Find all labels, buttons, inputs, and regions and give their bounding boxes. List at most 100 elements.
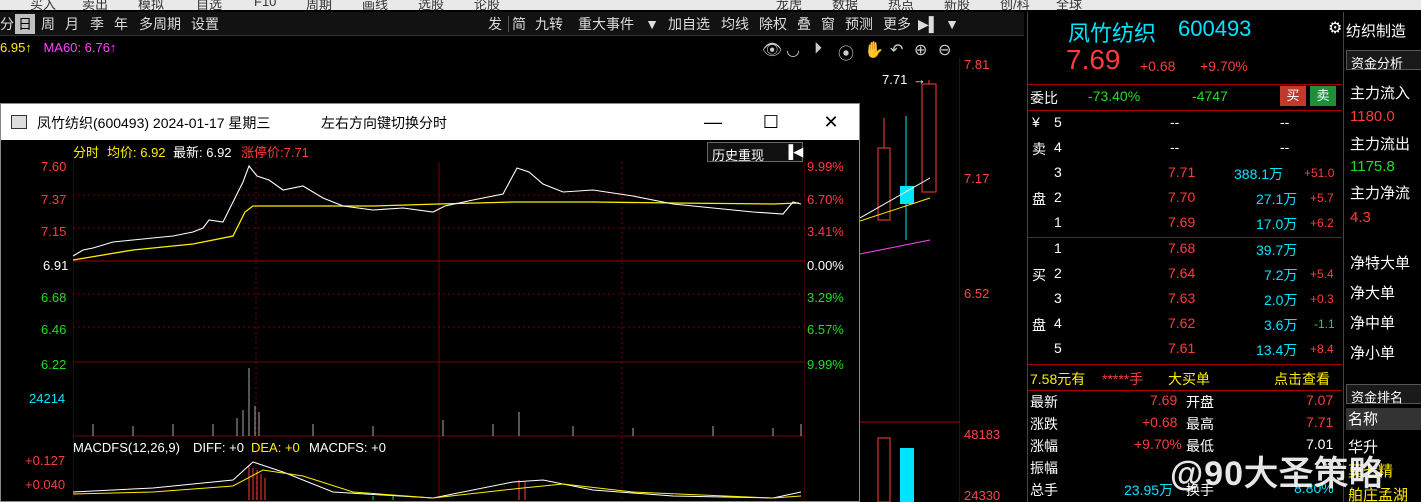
settings-button[interactable]: 设置 xyxy=(188,14,222,34)
big-order-price: 7.58元有 xyxy=(1030,371,1086,387)
menu-item[interactable]: 买入 xyxy=(30,0,56,10)
bid3-volume: 2.0万 xyxy=(1264,292,1298,308)
volume-bar xyxy=(877,437,891,502)
period-multi[interactable]: 多周期 xyxy=(136,14,184,34)
target-icon[interactable]: ⦿ xyxy=(838,40,854,64)
sell-side-label: 盘 xyxy=(1032,191,1046,207)
industry-title: 纺织制造 xyxy=(1346,23,1407,40)
undo-icon[interactable]: ↶ xyxy=(890,40,903,60)
period-season[interactable]: 季 xyxy=(87,14,107,34)
pct-axis-label: 0.00% xyxy=(807,258,844,273)
menu-item[interactable]: 模拟 xyxy=(138,0,164,10)
ask3-price: 7.71 xyxy=(1168,164,1196,180)
minimize-icon[interactable]: — xyxy=(701,110,725,134)
quote-volume-value: 23.95万 xyxy=(1124,482,1174,498)
add-watchlist-button[interactable]: 加自选 xyxy=(664,14,714,34)
intraday-chart xyxy=(73,162,805,500)
maximize-icon[interactable]: ☐ xyxy=(759,110,783,134)
hand-icon[interactable]: ✋ xyxy=(864,40,884,60)
ask2-price: 7.70 xyxy=(1168,189,1196,205)
capital-rank-tab[interactable]: 资金排名 xyxy=(1346,384,1421,405)
tool-major-events[interactable]: 重大事件 xyxy=(572,14,640,34)
ask5-volume: -- xyxy=(1280,114,1290,130)
sell-button[interactable]: 卖 xyxy=(1310,86,1336,106)
menu-item[interactable]: 卖出 xyxy=(82,0,108,10)
close-icon[interactable]: ✕ xyxy=(819,110,843,134)
price-change: +0.68 xyxy=(1140,58,1176,74)
menu-item[interactable]: 选股 xyxy=(418,0,444,10)
period-month[interactable]: 月 xyxy=(62,14,82,34)
tool-jiuzhuan[interactable]: 九转 xyxy=(532,14,566,34)
net-medium: 净中单 xyxy=(1350,315,1396,332)
macd-dea: DEA: +0 xyxy=(251,440,300,455)
menu-item[interactable]: 周期 xyxy=(306,0,332,10)
big-order-check-link[interactable]: 点击查看 xyxy=(1274,369,1330,389)
kline-axis-label: 6.52 xyxy=(964,286,990,301)
menu-item[interactable]: 热点 xyxy=(888,0,914,10)
capital-analysis-tab[interactable]: 资金分析 xyxy=(1346,50,1421,71)
weibi-diff: -4747 xyxy=(1192,88,1228,104)
buy-button[interactable]: 买 xyxy=(1280,86,1306,106)
period-week[interactable]: 周 xyxy=(38,14,58,34)
popup-title: 凤竹纺织(600493) 2024-01-17 星期三 xyxy=(37,115,271,131)
main-inflow-label: 主力流入 xyxy=(1350,85,1411,102)
tool-simple[interactable]: 简 xyxy=(509,14,529,34)
ask2-level: 2 xyxy=(1054,189,1062,205)
quote-high-label: 最高 xyxy=(1186,416,1214,432)
quote-latest-value: 7.69 xyxy=(1150,392,1178,408)
menu-item[interactable]: F10 xyxy=(254,0,276,9)
window-button[interactable]: 窗 xyxy=(818,14,838,34)
period-minute[interactable]: 分 xyxy=(0,14,14,34)
period-day[interactable]: 日 xyxy=(15,14,35,34)
net-super-large: 净特大单 xyxy=(1350,255,1411,272)
menu-item[interactable]: 画线 xyxy=(362,0,388,10)
volume-bars xyxy=(92,368,802,436)
big-order-kind: 大买单 xyxy=(1168,371,1210,387)
rewind-icon: ▐◀ xyxy=(784,144,804,159)
history-replay-button[interactable]: 历史重现 ▐◀ xyxy=(707,142,804,163)
zoom-in-icon[interactable]: ⊕ xyxy=(914,40,927,60)
menu-item[interactable]: 全球 xyxy=(1056,0,1082,10)
bid1-volume: 39.7万 xyxy=(1256,242,1298,258)
buy-side-label: 买 xyxy=(1032,267,1046,283)
collapse-arrow-icon[interactable]: ▶▌ xyxy=(918,14,939,34)
menu-item[interactable]: 龙虎 xyxy=(776,0,802,10)
ma60-value: MA60: 6.76↑ xyxy=(43,40,117,55)
popup-hint: 左右方向键切换分时 xyxy=(321,115,447,131)
main-net-value: 4.3 xyxy=(1350,209,1371,226)
quote-panel: 凤竹纺织 600493 7.69 +0.68 +9.70% 委比 -73.40%… xyxy=(1027,12,1342,502)
app-icon xyxy=(11,115,27,129)
price-axis-label: 7.15 xyxy=(41,224,67,239)
quote-latest-label: 最新 xyxy=(1030,394,1058,410)
macd-axis-label: +0.127 xyxy=(25,453,66,468)
period-year[interactable]: 年 xyxy=(111,14,131,34)
ma-button[interactable]: 均线 xyxy=(718,14,752,34)
tool-dropdown[interactable]: ▼ xyxy=(644,14,660,34)
ask1-volume: 17.0万 xyxy=(1256,216,1298,232)
forecast-button[interactable]: 预测 xyxy=(842,14,876,34)
exright-button[interactable]: 除权 xyxy=(756,14,790,34)
bid5-price: 7.61 xyxy=(1168,340,1196,356)
bid5-level: 5 xyxy=(1054,340,1062,356)
menu-item[interactable]: 数据 xyxy=(832,0,858,10)
zoom-out-icon[interactable]: ⊖ xyxy=(938,40,951,60)
gear-icon[interactable]: ⚙ xyxy=(1328,18,1342,38)
overlay-button[interactable]: 叠 xyxy=(794,14,814,34)
yuan-icon: ¥ xyxy=(1032,114,1040,130)
kline-axis-label: 7.81 xyxy=(964,57,990,72)
menu-item[interactable]: 自选 xyxy=(196,0,222,10)
main-inflow-value: 1180.0 xyxy=(1350,108,1395,125)
play-icon[interactable]: ⏵ xyxy=(814,40,822,58)
menu-item[interactable]: 新股 xyxy=(944,0,970,10)
menu-item[interactable]: 创/科 xyxy=(1000,0,1030,10)
menu-item[interactable]: 论股 xyxy=(474,0,500,10)
eye-closed-icon[interactable]: ◡ xyxy=(786,40,800,60)
bid2-level: 2 xyxy=(1054,265,1062,281)
bid3-change: +0.3 xyxy=(1310,292,1334,306)
tool-fa[interactable]: 发 xyxy=(485,14,505,34)
more-button[interactable]: 更多 xyxy=(880,14,914,34)
chevron-down-icon[interactable]: ▼ xyxy=(944,14,960,34)
header-latest: 最新: 6.92 xyxy=(173,145,232,160)
eye-icon[interactable]: 👁 xyxy=(762,40,782,60)
net-small: 净小单 xyxy=(1350,345,1396,362)
